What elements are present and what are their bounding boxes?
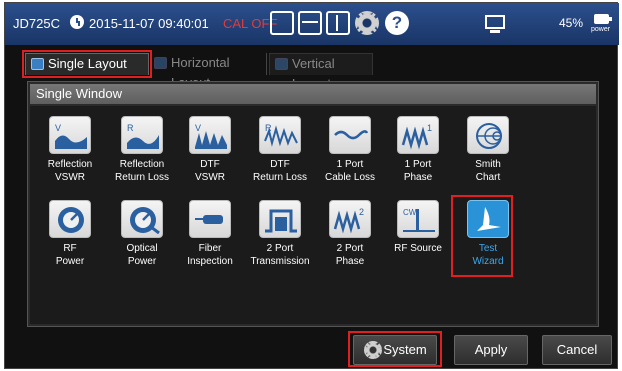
tile-label-line1: 2 Port: [336, 243, 364, 254]
clock-icon: [70, 15, 84, 29]
tile-label-line1: Smith: [475, 159, 501, 170]
device-screen: JD725C 2015-11-07 09:40:01 CAL OFF ? 45%…: [4, 2, 619, 369]
dtf-vswr-icon: V: [189, 116, 231, 154]
tile-label-line2: Return Loss: [115, 172, 169, 183]
power-plug-icon: power: [591, 12, 613, 36]
apply-button[interactable]: Apply: [454, 335, 528, 365]
tile-label-line1: Fiber: [198, 243, 222, 254]
cable-loss-icon: [329, 116, 371, 154]
reflection-vswr-tile[interactable]: V Reflection VSWR: [37, 116, 103, 184]
monitor-icon[interactable]: [485, 15, 505, 33]
port1-cable-loss-tile[interactable]: 1 Port Cable Loss: [317, 116, 383, 184]
tile-label-line2: Cable Loss: [324, 172, 376, 183]
battery-level: 45%: [559, 16, 584, 30]
phase-icon: 1: [397, 116, 439, 154]
tile-label-line1: Reflection: [119, 159, 165, 170]
optical-power-tile[interactable]: Optical Power: [109, 200, 175, 268]
dtf-vswr-tile[interactable]: V DTF VSWR: [177, 116, 243, 184]
tile-label-line1: 2 Port: [266, 243, 294, 254]
highlight-box: [348, 331, 442, 367]
horizontal-layout-icon: [154, 57, 167, 69]
tile-label-line1: Optical: [126, 243, 158, 254]
layout-vertical-icon[interactable]: [326, 11, 350, 35]
datetime-label: 2015-11-07 09:40:01: [89, 16, 209, 31]
tile-label-line2: VSWR: [55, 172, 85, 183]
layout-horizontal-icon[interactable]: [298, 11, 322, 35]
icon-letter: V: [55, 123, 61, 133]
rf-source-tile[interactable]: CW RF Source: [385, 200, 451, 255]
vertical-layout-icon: [275, 58, 288, 70]
tile-label-line1: RF: [63, 243, 77, 254]
rf-power-tile[interactable]: RF Power: [37, 200, 103, 268]
reflection-return-loss-icon: R: [121, 116, 163, 154]
single-window-panel: Single Window V Reflection VSWR R Reflec…: [27, 81, 599, 327]
layout-single-icon[interactable]: [270, 11, 294, 35]
tile-label-line2: Inspection: [187, 256, 233, 267]
cancel-button[interactable]: Cancel: [542, 335, 612, 365]
icon-letter: 2: [359, 207, 364, 217]
model-label: JD725C: [13, 16, 60, 31]
reflection-vswr-icon: V: [49, 116, 91, 154]
optical-power-icon: [121, 200, 163, 238]
icon-letter: 1: [427, 123, 432, 133]
tile-label-line2: Return Loss: [253, 172, 307, 183]
smith-chart-icon: [467, 116, 509, 154]
help-icon[interactable]: ?: [385, 11, 409, 35]
smith-chart-tile[interactable]: Smith Chart: [455, 116, 521, 184]
panel-title: Single Window: [30, 84, 596, 104]
port2-transmission-tile[interactable]: 2 Port Transmission: [247, 200, 313, 268]
rf-source-icon: CW: [397, 200, 439, 238]
icon-letter: CW: [403, 208, 417, 217]
tab-vertical-layout[interactable]: Vertical Layout: [269, 53, 373, 91]
tile-label-line2: Power: [127, 256, 157, 267]
gear-icon[interactable]: [355, 11, 379, 35]
highlight-box: [451, 195, 513, 277]
dtf-return-loss-tile[interactable]: R DTF Return Loss: [247, 116, 313, 184]
tile-label-line1: RF Source: [394, 243, 442, 254]
fiber-probe-icon: [189, 200, 231, 238]
phase-2port-icon: 2: [329, 200, 371, 238]
fiber-inspection-tile[interactable]: Fiber Inspection: [177, 200, 243, 268]
tile-label-line2: Power: [55, 256, 85, 267]
status-bar: JD725C 2015-11-07 09:40:01 CAL OFF ? 45%…: [5, 3, 619, 45]
tile-label-line2: Transmission: [250, 256, 310, 267]
highlight-box: [22, 50, 152, 78]
icon-letter: V: [195, 123, 201, 133]
port2-phase-tile[interactable]: 2 2 Port Phase: [317, 200, 383, 268]
tile-label-line1: 1 Port: [404, 159, 432, 170]
reflection-return-loss-tile[interactable]: R Reflection Return Loss: [109, 116, 175, 184]
tile-label-line2: Chart: [475, 172, 501, 183]
dtf-return-loss-icon: R: [259, 116, 301, 154]
tile-label-line1: 1 Port: [336, 159, 364, 170]
tile-label-line2: VSWR: [195, 172, 225, 183]
port1-phase-tile[interactable]: 1 1 Port Phase: [385, 116, 451, 184]
tile-label-line1: Reflection: [47, 159, 93, 170]
tab-horizontal-layout[interactable]: Horizontal Layout: [149, 53, 267, 90]
rf-power-icon: [49, 200, 91, 238]
tile-label-line2: Phase: [403, 172, 433, 183]
tile-label-line1: DTF: [270, 159, 290, 170]
tile-label-line1: DTF: [200, 159, 220, 170]
power-label: power: [591, 26, 611, 33]
icon-letter: R: [127, 123, 134, 133]
transmission-icon: [259, 200, 301, 238]
tile-label-line2: Phase: [335, 256, 365, 267]
